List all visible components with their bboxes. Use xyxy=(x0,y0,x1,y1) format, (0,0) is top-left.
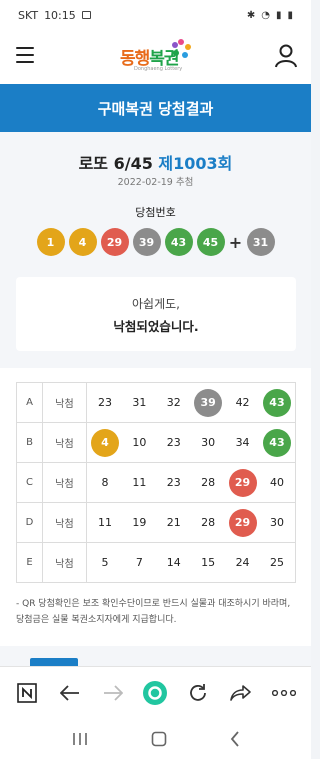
round-title: 로또 6/45 제1003회 xyxy=(0,150,311,174)
arrow-right-icon[interactable] xyxy=(100,680,126,706)
game-row: E 낙첨 5 7 14 15 24 25 xyxy=(16,542,296,583)
game-number: 32 xyxy=(166,396,181,409)
game-numbers: 23 31 32 39 42 43 xyxy=(86,382,296,423)
game-number: 14 xyxy=(166,556,181,569)
bluetooth-icon: ✱ xyxy=(246,9,256,21)
recent-apps-icon[interactable] xyxy=(72,732,88,746)
system-nav-bar xyxy=(0,718,311,759)
game-status: 낙첨 xyxy=(42,382,87,423)
draw-date: 2022-02-19 추첨 xyxy=(117,177,194,188)
whale-icon[interactable] xyxy=(142,680,168,706)
result-line2: 낙첨되었습니다. xyxy=(113,319,199,334)
share-icon[interactable] xyxy=(228,680,254,706)
winning-numbers: 1 4 29 39 43 45 +31 xyxy=(0,228,311,256)
back-icon[interactable] xyxy=(230,730,240,747)
game-number: 39 xyxy=(194,388,223,417)
signal-icon: ▮ xyxy=(275,9,282,21)
browser-toolbar xyxy=(0,666,311,718)
game-row: D 낙첨 11 19 21 28 29 30 xyxy=(16,502,296,543)
game-number: 24 xyxy=(235,556,250,569)
game-row: C 낙첨 8 11 23 28 29 40 xyxy=(16,462,296,503)
page-title: 구매복권 당첨결과 xyxy=(97,99,214,118)
winning-ball: 1 xyxy=(36,228,65,256)
game-letter: B xyxy=(16,422,43,463)
winning-label: 당첨번호 xyxy=(135,206,176,219)
game-number: 29 xyxy=(228,508,257,537)
game-number: 28 xyxy=(201,516,216,529)
status-bar: SKT 10:15 ✱ ◔ ▮ ▮ xyxy=(0,0,311,30)
draw-summary: 로또 6/45 제1003회 2022-02-19 추첨 당첨번호 1 4 29 39… xyxy=(0,132,311,368)
game-status: 낙첨 xyxy=(42,542,87,583)
game-number: 29 xyxy=(228,468,257,497)
game-letter: D xyxy=(16,502,43,543)
game-number: 23 xyxy=(98,396,112,409)
game-number: 42 xyxy=(235,396,250,409)
game-status: 낙첨 xyxy=(42,422,87,463)
game-number: 25 xyxy=(269,556,284,569)
game-number: 11 xyxy=(132,476,147,489)
reload-icon[interactable] xyxy=(185,680,211,706)
home-icon[interactable] xyxy=(151,731,167,747)
game-status: 낙첨 xyxy=(42,502,87,543)
clock: 10:15 xyxy=(44,8,76,22)
game-number: 5 xyxy=(101,556,109,569)
game-status: 낙첨 xyxy=(42,462,87,503)
battery-icon: ▮ xyxy=(287,9,293,21)
wifi-icon: ◔ xyxy=(261,9,270,21)
game-number: 21 xyxy=(166,516,181,529)
n-home-icon[interactable] xyxy=(14,680,40,706)
hamburger-icon[interactable] xyxy=(16,47,34,63)
winning-ball: 45 xyxy=(196,228,225,256)
user-icon[interactable] xyxy=(275,44,297,68)
game-letter: E xyxy=(16,542,43,583)
page-title-band: 구매복권 당첨결과 xyxy=(0,84,311,132)
game-numbers: 4 10 23 30 34 43 xyxy=(86,422,296,463)
game-number: 43 xyxy=(262,428,291,457)
game-numbers: 8 11 23 28 29 40 xyxy=(86,462,296,503)
bonus-ball: 31 xyxy=(246,228,275,256)
donghaeng-logo[interactable]: 동행복권 Donghaeng Lottery xyxy=(120,38,191,74)
qr-notice: - QR 당첨확인은 보조 확인수단이므로 반드시 실물과 대조하시기 바라며,… xyxy=(16,599,291,625)
game-number: 8 xyxy=(101,476,109,489)
game-number: 15 xyxy=(201,556,216,569)
gallery-icon xyxy=(81,11,91,19)
game-number: 23 xyxy=(166,436,181,449)
arrow-left-icon[interactable] xyxy=(57,680,83,706)
game-number: 28 xyxy=(201,476,216,489)
round-prefix: 로또 6/45 xyxy=(78,154,153,173)
game-number: 7 xyxy=(135,556,143,569)
game-row: B 낙첨 4 10 23 30 34 43 xyxy=(16,422,296,463)
game-number: 19 xyxy=(132,516,147,529)
winning-ball: 43 xyxy=(164,228,193,256)
game-number: 30 xyxy=(201,436,216,449)
logo-subtitle: Donghaeng Lottery xyxy=(134,66,183,72)
game-number: 11 xyxy=(98,516,112,529)
game-number: 31 xyxy=(132,396,147,409)
winning-ball: 4 xyxy=(68,228,97,256)
next-section-stub xyxy=(0,646,311,672)
logo-flower-icon xyxy=(172,39,191,58)
game-number: 30 xyxy=(269,516,284,529)
game-letter: A xyxy=(16,382,43,423)
result-line1: 아쉽게도, xyxy=(132,297,180,311)
game-numbers: 5 7 14 15 24 25 xyxy=(86,542,296,583)
games-table: A 낙첨 23 31 32 39 42 43 B 낙첨 4 10 23 30 34 43 C 낙첨 8 11 23 28 2… xyxy=(16,382,296,583)
game-numbers: 11 19 21 28 29 30 xyxy=(86,502,296,543)
game-number: 23 xyxy=(166,476,181,489)
bonus-plus: + xyxy=(228,232,243,252)
winning-ball: 39 xyxy=(132,228,161,256)
game-number: 10 xyxy=(132,436,147,449)
game-number: 4 xyxy=(91,428,119,457)
winning-ball: 29 xyxy=(100,228,129,256)
carrier-label: SKT xyxy=(18,8,39,22)
game-letter: C xyxy=(16,462,43,503)
round-number: 제1003회 xyxy=(158,154,233,173)
game-number: 43 xyxy=(262,388,291,417)
game-number: 40 xyxy=(269,476,284,489)
result-card: 아쉽게도, 낙첨되었습니다. xyxy=(16,277,296,351)
app-header: 동행복권 Donghaeng Lottery xyxy=(0,30,311,84)
more-icon[interactable] xyxy=(271,680,297,706)
game-row: A 낙첨 23 31 32 39 42 43 xyxy=(16,382,296,423)
game-number: 34 xyxy=(235,436,250,449)
